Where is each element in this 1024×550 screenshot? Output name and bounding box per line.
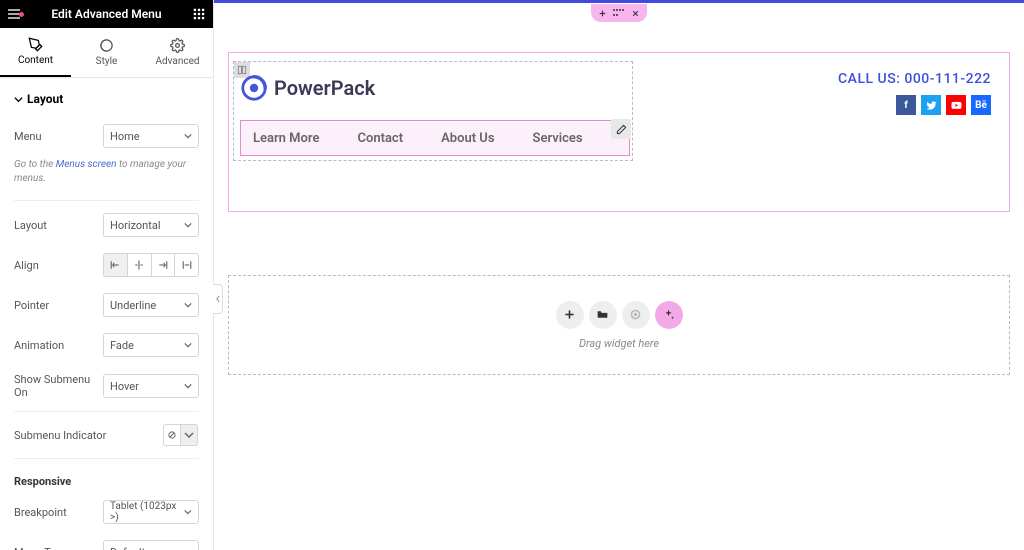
call-us-text: CALL US: 000-111-222 bbox=[838, 71, 991, 87]
section-layout-toggle[interactable]: Layout bbox=[14, 78, 199, 116]
show-submenu-label: Show Submenu On bbox=[14, 373, 103, 399]
powerpack-icon bbox=[629, 308, 642, 321]
chevron-down-icon bbox=[184, 508, 192, 516]
align-label: Align bbox=[14, 259, 103, 272]
logo: PowerPack bbox=[240, 74, 375, 102]
chevron-left-icon bbox=[215, 294, 221, 304]
caret-down-icon bbox=[14, 95, 23, 104]
align-right-button[interactable] bbox=[151, 253, 176, 277]
logo-text: PowerPack bbox=[274, 76, 375, 100]
chevron-down-icon bbox=[184, 382, 192, 390]
layout-select[interactable]: Horizontal bbox=[103, 213, 199, 237]
align-center-button[interactable] bbox=[127, 253, 152, 277]
preview-section[interactable]: PowerPack Learn More Contact About Us Se… bbox=[228, 52, 1010, 212]
social-icons: f Bē bbox=[896, 95, 991, 115]
panel-menu-button[interactable] bbox=[0, 6, 28, 22]
drop-hint-text: Drag widget here bbox=[579, 337, 659, 350]
menus-screen-link[interactable]: Menus screen bbox=[56, 159, 117, 170]
edit-widget-button[interactable] bbox=[611, 119, 631, 139]
menu-label: Menu bbox=[14, 130, 103, 143]
align-center-icon bbox=[133, 259, 145, 271]
align-choose bbox=[103, 253, 199, 277]
twitter-icon[interactable] bbox=[921, 95, 941, 115]
advanced-menu-widget[interactable]: Learn More Contact About Us Services bbox=[240, 120, 630, 156]
animation-label: Animation bbox=[14, 339, 103, 352]
preview-column[interactable]: PowerPack Learn More Contact About Us Se… bbox=[233, 61, 633, 161]
chevron-down-icon bbox=[184, 132, 192, 140]
pointer-select[interactable]: Underline bbox=[103, 293, 199, 317]
chevron-down-icon bbox=[184, 341, 192, 349]
breakpoint-label: Breakpoint bbox=[14, 506, 103, 519]
tab-advanced[interactable]: Advanced bbox=[142, 28, 213, 77]
widgets-grid-button[interactable] bbox=[185, 7, 213, 21]
powerpack-logo-icon bbox=[240, 74, 268, 102]
menu-help-text: Go to the Menus screen to manage your me… bbox=[14, 156, 199, 196]
menu-type-select[interactable]: Default bbox=[103, 540, 199, 550]
plus-icon[interactable] bbox=[598, 9, 607, 18]
align-right-icon bbox=[157, 259, 169, 271]
animation-select[interactable]: Fade bbox=[103, 333, 199, 357]
ai-button[interactable] bbox=[655, 301, 683, 329]
menu-item[interactable]: Services bbox=[533, 131, 583, 146]
chevron-down-icon bbox=[184, 221, 192, 229]
align-justify-icon bbox=[181, 259, 193, 271]
chevron-down-icon bbox=[184, 301, 192, 309]
ban-icon bbox=[167, 430, 177, 440]
menu-item[interactable]: Contact bbox=[357, 131, 403, 146]
submenu-indicator-none-button[interactable] bbox=[163, 424, 181, 446]
notification-dot bbox=[19, 12, 24, 17]
submenu-indicator-label: Submenu Indicator bbox=[14, 429, 163, 442]
menu-item[interactable]: About Us bbox=[441, 131, 494, 146]
close-icon[interactable] bbox=[631, 9, 640, 18]
editor-tabs: Content Style Advanced bbox=[0, 28, 213, 78]
powerpack-templates-button[interactable] bbox=[622, 301, 650, 329]
folder-icon bbox=[596, 308, 609, 321]
section-toolbar bbox=[591, 4, 647, 22]
chevron-down-icon bbox=[184, 430, 194, 440]
submenu-indicator-icon-button[interactable] bbox=[180, 424, 198, 446]
tab-content[interactable]: Content bbox=[0, 28, 71, 77]
facebook-icon[interactable]: f bbox=[896, 95, 916, 115]
preview-canvas: PowerPack Learn More Contact About Us Se… bbox=[214, 0, 1024, 550]
empty-section-dropzone[interactable]: Drag widget here bbox=[228, 275, 1010, 375]
youtube-icon[interactable] bbox=[946, 95, 966, 115]
editor-topbar: Edit Advanced Menu bbox=[0, 0, 213, 28]
pointer-label: Pointer bbox=[14, 299, 103, 312]
add-widget-button[interactable] bbox=[556, 301, 584, 329]
submenu-indicator-control bbox=[163, 424, 199, 446]
drag-handle-icon[interactable] bbox=[613, 9, 625, 17]
breakpoint-select[interactable]: Tablet (1023px >) bbox=[103, 500, 199, 524]
show-submenu-select[interactable]: Hover bbox=[103, 374, 199, 398]
align-left-button[interactable] bbox=[103, 253, 128, 277]
menu-select[interactable]: Home bbox=[103, 124, 199, 148]
tab-style[interactable]: Style bbox=[71, 28, 142, 77]
section-top-border bbox=[214, 0, 1024, 3]
layout-label: Layout bbox=[14, 219, 103, 232]
pencil-icon bbox=[616, 124, 627, 135]
panel-title: Edit Advanced Menu bbox=[28, 7, 185, 21]
plus-icon bbox=[563, 308, 576, 321]
sparkle-icon bbox=[662, 308, 675, 321]
behance-icon[interactable]: Bē bbox=[971, 95, 991, 115]
align-left-icon bbox=[109, 259, 121, 271]
menu-type-label: Menu Type bbox=[14, 546, 103, 550]
menu-item[interactable]: Learn More bbox=[253, 131, 319, 146]
align-justify-button[interactable] bbox=[174, 253, 199, 277]
collapse-panel-button[interactable] bbox=[213, 284, 223, 314]
responsive-subheader: Responsive bbox=[14, 463, 199, 492]
add-template-button[interactable] bbox=[589, 301, 617, 329]
